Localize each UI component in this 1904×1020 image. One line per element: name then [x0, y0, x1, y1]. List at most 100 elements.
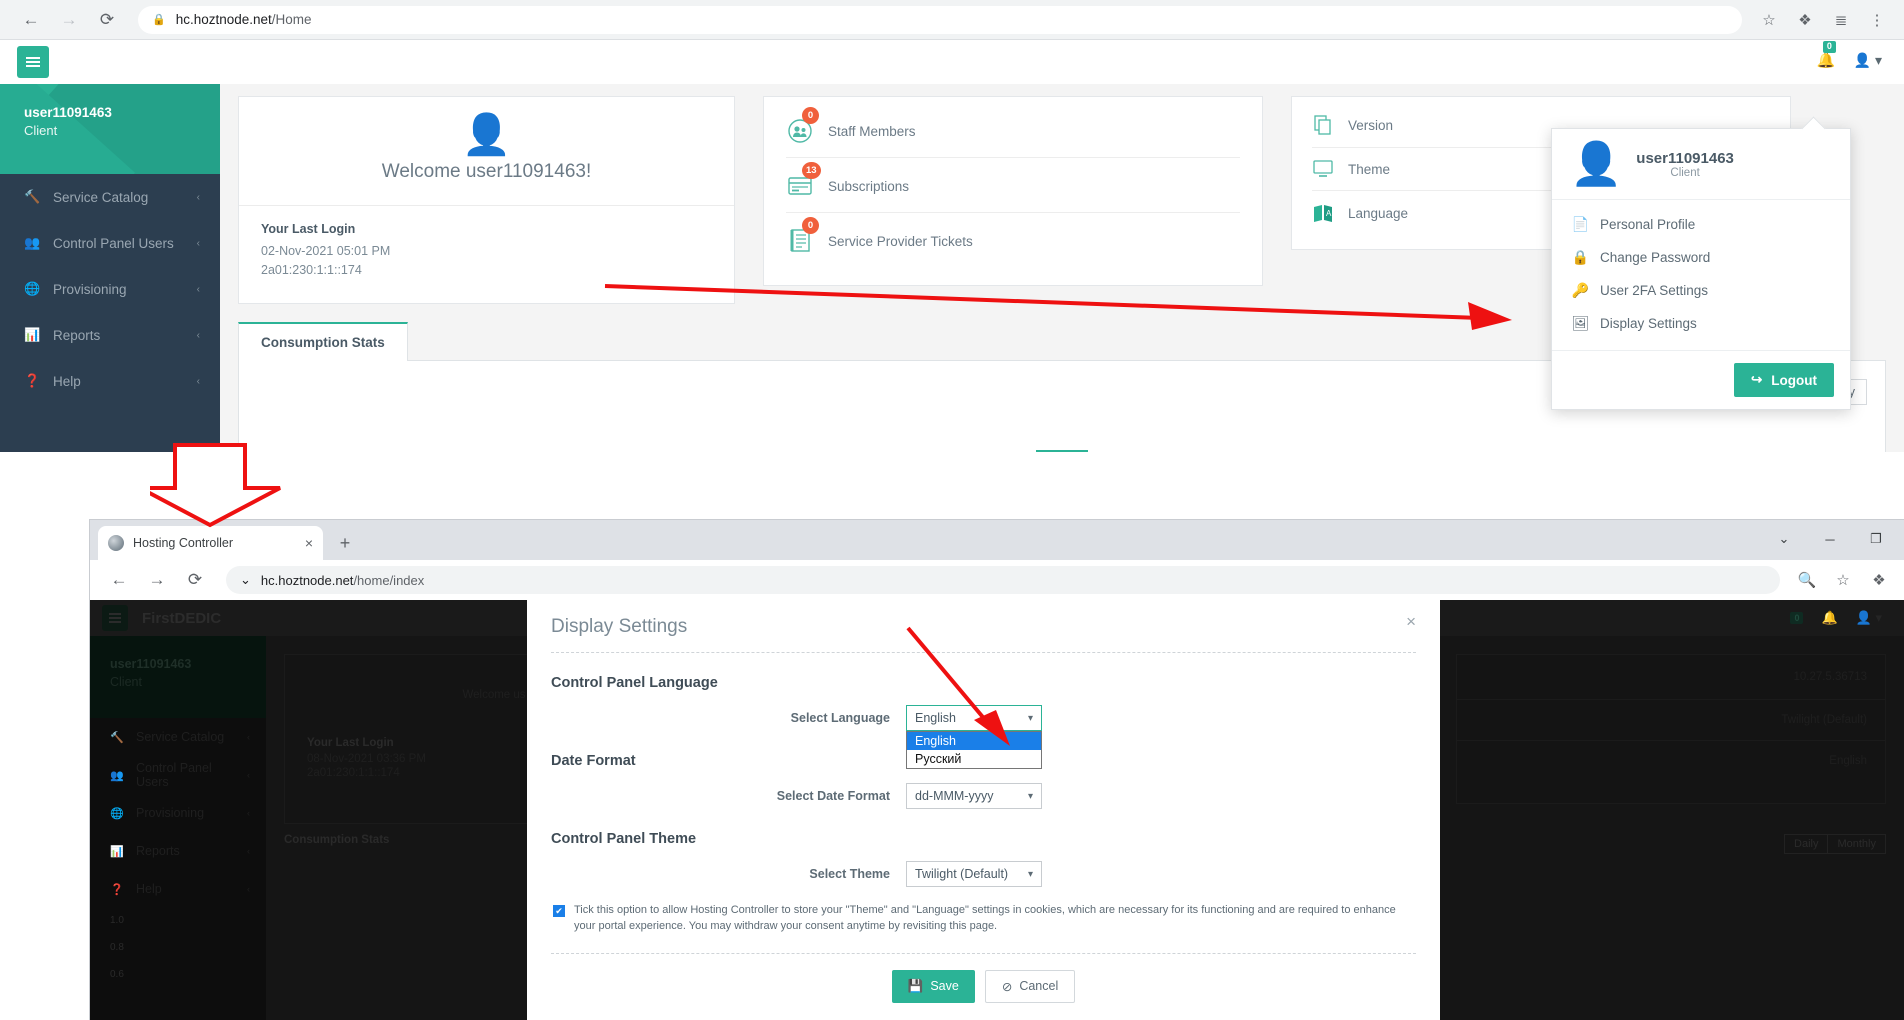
save-button[interactable]: 💾 Save	[891, 969, 975, 1003]
hammer-icon: 🔨	[24, 189, 41, 204]
select-language-dropdown[interactable]: English ▾ English Русский	[906, 705, 1042, 769]
chevron-left-icon: ‹	[247, 846, 250, 856]
bell-icon[interactable]: 🔔	[1821, 610, 1837, 626]
reload-icon[interactable]: ⟳	[90, 3, 124, 37]
back-icon[interactable]: ←	[102, 563, 136, 597]
browser-menu-icon[interactable]: ⋮	[1864, 7, 1890, 33]
dimmed-language-value: English	[1829, 755, 1867, 767]
sidebar-item-provisioning[interactable]: 🌐 Provisioning ‹	[0, 266, 220, 312]
tab-search-icon[interactable]: ⌄	[1762, 524, 1806, 554]
user-menu-items: 📄 Personal Profile 🔒 Change Password 🔑 U…	[1552, 200, 1850, 351]
bottom-browser-window: Hosting Controller × + ⌄ ─ ❐ ← → ⟳ ⌄ hc.…	[90, 520, 1904, 1020]
sidebar-item-provisioning[interactable]: 🌐 Provisioning ‹	[90, 794, 266, 832]
logout-button[interactable]: ↪ Logout	[1733, 363, 1834, 397]
sidebar-item-help[interactable]: ❓ Help ‹	[90, 870, 266, 908]
menu-item-change-password[interactable]: 🔒 Change Password	[1552, 241, 1850, 274]
sidebar-toggle-button[interactable]	[102, 605, 128, 631]
user-menu-button[interactable]: 👤 ▾	[1856, 610, 1882, 626]
cookie-consent-checkbox[interactable]: ✔	[553, 905, 565, 917]
option-english[interactable]: English	[907, 732, 1041, 750]
sidebar-item-service-catalog[interactable]: 🔨 Service Catalog ‹	[0, 174, 220, 220]
dimmed-tab-consumption-stats[interactable]: Consumption Stats	[284, 834, 394, 846]
chevron-down-icon: ⌄	[240, 572, 251, 587]
user-menu-button[interactable]: 👤 ▾	[1854, 52, 1882, 69]
sidebar-item-help[interactable]: ❓ Help ‹	[0, 358, 220, 404]
sidebar-item-label: Help	[53, 373, 81, 389]
menu-item-user-2fa-settings[interactable]: 🔑 User 2FA Settings	[1552, 274, 1850, 307]
url-host: hc.hoztnode.net	[260, 572, 354, 588]
hammer-icon: 🔨	[110, 731, 124, 744]
dimmed-version-value: 10.27.5.36713	[1793, 671, 1867, 683]
close-icon[interactable]: ×	[305, 535, 313, 551]
minimize-icon[interactable]: ─	[1808, 524, 1852, 554]
url-path: /home/index	[353, 572, 425, 588]
new-tab-button[interactable]: +	[331, 529, 359, 557]
select-theme-dropdown[interactable]: Twilight (Default) ▾	[906, 861, 1042, 887]
maximize-icon[interactable]: ❐	[1854, 524, 1898, 554]
period-monthly-button[interactable]: Monthly	[1827, 834, 1886, 854]
key-icon: 🔑	[1571, 282, 1590, 298]
browser-tabstrip: Hosting Controller × + ⌄ ─ ❐	[90, 520, 1904, 560]
sidebar-item-reports[interactable]: 📊 Reports ‹	[90, 832, 266, 870]
forward-icon[interactable]: →	[52, 3, 86, 37]
sidebar-item-reports[interactable]: 📊 Reports ‹	[0, 312, 220, 358]
bar-chart-icon: 📊	[110, 845, 124, 858]
extensions-icon[interactable]: ❖	[1792, 7, 1818, 33]
address-bar[interactable]: 🔒 hc.hoztnode.net/Home	[138, 5, 1742, 34]
bookmark-star-icon[interactable]: ☆	[1756, 7, 1782, 33]
back-icon[interactable]: ←	[14, 3, 48, 37]
sidebar-item-control-panel-users[interactable]: 👥 Control Panel Users ‹	[0, 220, 220, 266]
y-tick: 1.0	[110, 915, 124, 926]
user-avatar-icon: 👤	[1570, 140, 1623, 187]
sidebar-item-service-catalog[interactable]: 🔨 Service Catalog ‹	[90, 718, 266, 756]
menu-item-display-settings[interactable]: 🖼 Display Settings	[1552, 307, 1850, 340]
browser-tab-hosting-controller[interactable]: Hosting Controller ×	[98, 526, 323, 560]
theme-icon	[1312, 160, 1334, 178]
notification-badge: 0	[1790, 612, 1804, 624]
chevron-left-icon: ‹	[196, 375, 200, 387]
address-bar[interactable]: ⌄ hc.hoztnode.net/home/index	[226, 566, 1780, 594]
stat-row-staff-members[interactable]: 0 Staff Members	[786, 103, 1240, 158]
sidebar-item-control-panel-users[interactable]: 👥 Control Panel Users ‹	[90, 756, 266, 794]
stat-row-subscriptions[interactable]: 13 Subscriptions	[786, 158, 1240, 213]
globe-icon: 🌐	[24, 281, 41, 296]
browser-actions: ☆ ❖ ≣ ⋮	[1756, 7, 1890, 33]
section-title-theme: Control Panel Theme	[551, 831, 697, 847]
sidebar-username: user11091463	[110, 657, 192, 671]
forward-icon[interactable]: →	[140, 563, 174, 597]
reload-icon[interactable]: ⟳	[178, 563, 212, 597]
notifications-button[interactable]: 🔔 0	[1817, 41, 1836, 69]
url-path: /Home	[271, 12, 312, 27]
zoom-icon[interactable]: 🔍	[1794, 567, 1820, 593]
close-icon[interactable]: ×	[1406, 612, 1416, 632]
option-russian[interactable]: Русский	[907, 750, 1041, 768]
bookmark-star-icon[interactable]: ☆	[1830, 567, 1856, 593]
sidebar-toggle-button[interactable]	[17, 46, 49, 78]
menu-item-label: User 2FA Settings	[1600, 283, 1709, 298]
cookie-consent-text: Tick this option to allow Hosting Contro…	[574, 904, 1396, 932]
bottom-browser-actions: 🔍 ☆ ❖	[1794, 567, 1892, 593]
image-icon: 🖼	[1571, 315, 1590, 331]
tab-consumption-stats[interactable]: Consumption Stats	[238, 321, 408, 361]
stat-row-service-provider-tickets[interactable]: 0 Service Provider Tickets	[786, 213, 1240, 267]
chevron-down-icon: ▾	[1027, 790, 1033, 802]
tab-title: Hosting Controller	[133, 536, 234, 550]
select-date-format-dropdown[interactable]: dd-MMM-yyyy ▾	[906, 783, 1042, 809]
period-daily-button[interactable]: Daily	[1784, 834, 1829, 854]
panel-accent-rule	[1036, 449, 1088, 452]
extensions-icon[interactable]: ❖	[1866, 567, 1892, 593]
language-options-list: English Русский	[906, 731, 1042, 769]
globe-icon: 🌐	[110, 807, 124, 820]
user-menu-username: user11091463	[1636, 149, 1734, 167]
reading-list-icon[interactable]: ≣	[1828, 7, 1854, 33]
users-icon: 👥	[24, 235, 41, 250]
save-icon: 💾	[907, 978, 924, 993]
cancel-button[interactable]: ⊘ Cancel	[984, 969, 1076, 1003]
y-tick: 0.8	[110, 942, 124, 953]
menu-item-personal-profile[interactable]: 📄 Personal Profile	[1552, 208, 1850, 241]
url-host: hc.hoztnode.net	[175, 12, 272, 27]
users-icon: 👥	[110, 769, 124, 782]
y-tick: 0.6	[110, 969, 124, 980]
last-login-title: Your Last Login	[261, 222, 356, 236]
modal-footer: 💾 Save ⊘ Cancel	[551, 954, 1416, 1020]
